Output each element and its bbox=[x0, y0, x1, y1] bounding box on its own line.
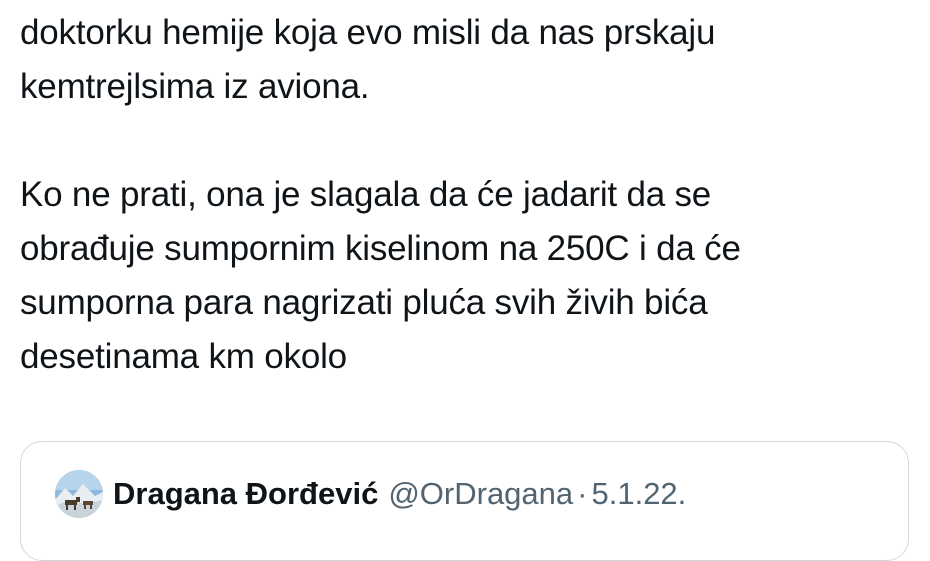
quoted-author-name[interactable]: Dragana Đorđević bbox=[113, 476, 378, 512]
tweet-text-line: doktorku hemije koja evo misli da nas pr… bbox=[20, 13, 716, 52]
quoted-tweet-header: Dragana Đorđević @OrDragana · 5.1.22. bbox=[55, 470, 686, 518]
tweet-text-line: obrađuje sumpornim kiselinom na 250C i d… bbox=[20, 229, 741, 268]
avatar-landscape-icon bbox=[55, 470, 103, 518]
tweet-text-line: kemtrejlsima iz aviona. bbox=[20, 67, 370, 106]
tweet-text-line: desetinama km okolo bbox=[20, 337, 347, 376]
separator-dot: · bbox=[577, 476, 588, 511]
quoted-tweet-date[interactable]: 5.1.22. bbox=[591, 476, 686, 512]
tweet-text: doktorku hemije koja evo misli da nas pr… bbox=[20, 6, 910, 384]
tweet-text-line: sumporna para nagrizati pluća svih živih… bbox=[20, 283, 708, 322]
avatar[interactable] bbox=[55, 470, 103, 518]
quoted-author-handle[interactable]: @OrDragana bbox=[388, 476, 573, 512]
quoted-tweet-card[interactable]: Dragana Đorđević @OrDragana · 5.1.22. bbox=[20, 441, 909, 561]
tweet-text-line: Ko ne prati, ona je slagala da će jadari… bbox=[20, 175, 712, 214]
